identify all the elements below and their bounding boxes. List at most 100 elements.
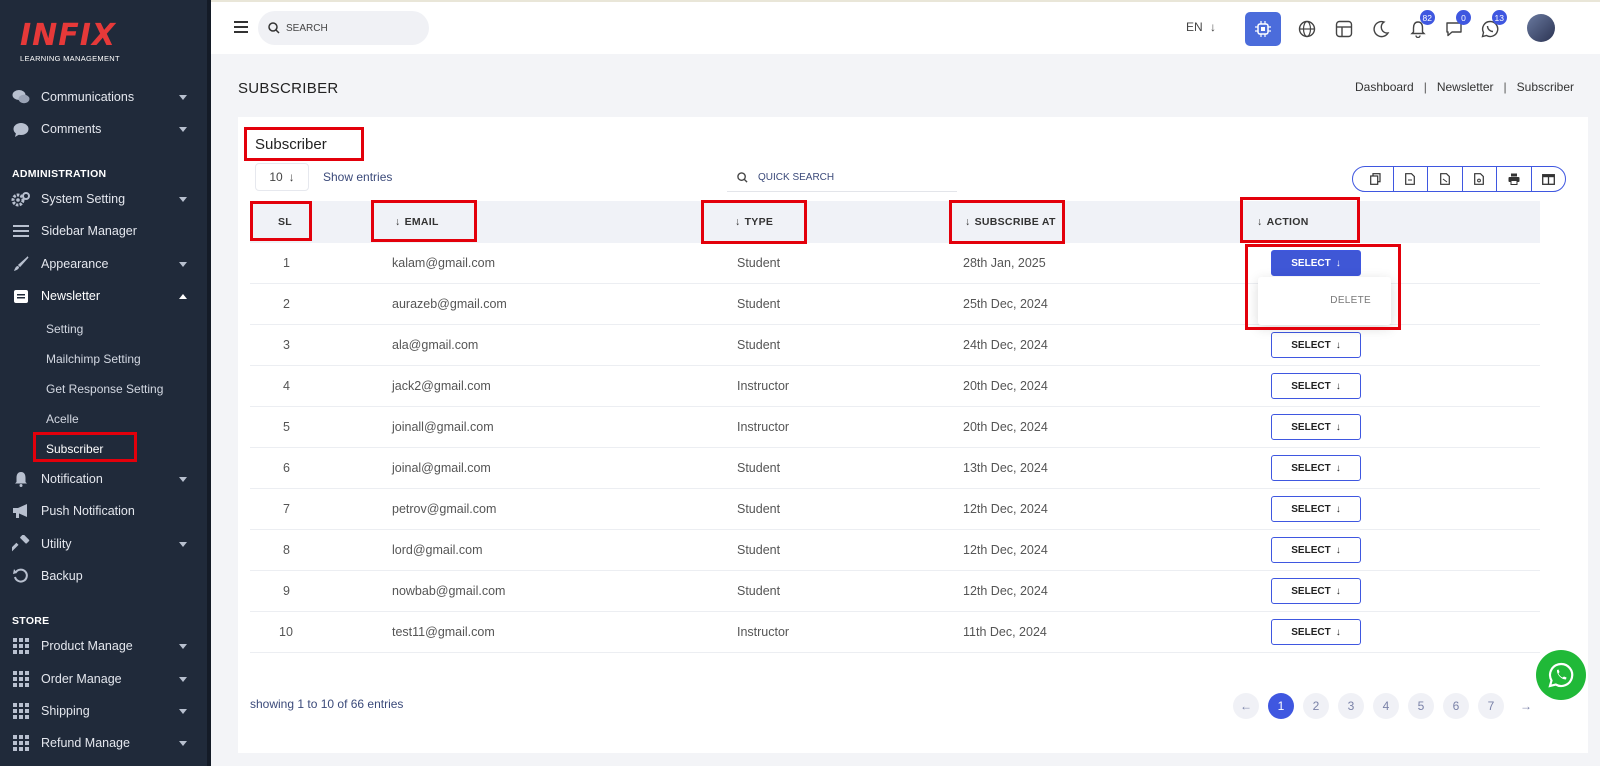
page-button-5[interactable]: 5 [1408, 693, 1434, 719]
sidebar-subitem-get-response-setting[interactable]: Get Response Setting [46, 382, 163, 396]
chevron-down-icon [179, 740, 187, 746]
entries-control: 10 ↓ Show entries [255, 163, 392, 191]
cell-date: 24th Dec, 2024 [963, 338, 1048, 352]
showing-entries-text: showing 1 to 10 of 66 entries [250, 697, 404, 711]
cell-email: nowbab@gmail.com [392, 584, 506, 598]
search-input[interactable] [286, 22, 416, 34]
sidebar-item-label: Backup [41, 569, 83, 583]
chip-icon-button[interactable] [1245, 12, 1281, 46]
breadcrumb-subscriber[interactable]: Subscriber [1517, 80, 1574, 94]
cell-type: Student [737, 461, 781, 475]
globe-button[interactable] [1292, 14, 1322, 44]
sidebar-item-appearance[interactable]: Appearance [0, 249, 207, 279]
cell-email: kalam@gmail.com [392, 256, 495, 270]
chevron-down-icon [179, 261, 187, 267]
sidebar-item-label: Notification [41, 472, 103, 486]
copy-button[interactable] [1353, 167, 1394, 191]
sidebar-subitem-acelle[interactable]: Acelle [46, 412, 79, 426]
breadcrumb-newsletter[interactable]: Newsletter [1437, 80, 1494, 94]
print-button[interactable] [1497, 167, 1532, 191]
sidebar-item-label: Push Notification [41, 504, 135, 518]
columns-button[interactable] [1532, 167, 1566, 191]
quick-search-input[interactable] [758, 172, 938, 183]
layout-button[interactable] [1329, 14, 1359, 44]
page-button-6[interactable]: 6 [1443, 693, 1469, 719]
menu-toggle-icon[interactable] [234, 21, 248, 33]
select-button[interactable]: SELECT ↓ [1271, 455, 1361, 481]
sidebar-item-sidebar-manager[interactable]: Sidebar Manager [0, 216, 207, 246]
cell-date: 25th Dec, 2024 [963, 297, 1048, 311]
sidebar-item-system-setting[interactable]: System Setting [0, 184, 207, 214]
sidebar-item-label: Product Manage [41, 639, 133, 653]
sidebar-item-communications[interactable]: Communications [0, 82, 207, 112]
entries-select[interactable]: 10 ↓ [255, 163, 309, 191]
notifications-button[interactable]: 82 [1403, 10, 1435, 44]
sidebar-item-comments[interactable]: Comments [0, 114, 207, 144]
avatar[interactable] [1527, 14, 1555, 42]
select-button[interactable]: SELECT ↓ [1271, 619, 1361, 645]
sidebar-item-push-notification[interactable]: Push Notification [0, 496, 207, 526]
language-selector[interactable]: EN ↓ [1186, 20, 1216, 34]
search-box[interactable] [258, 11, 429, 45]
sidebar-item-label: Sidebar Manager [41, 224, 137, 238]
gears-icon [11, 189, 31, 209]
cell-sl: 1 [283, 256, 290, 270]
next-page-button[interactable]: → [1513, 693, 1539, 719]
select-label: SELECT [1291, 339, 1331, 351]
cell-sl: 10 [279, 625, 293, 639]
sidebar-subitem-mailchimp-setting[interactable]: Mailchimp Setting [46, 352, 141, 366]
select-button[interactable]: SELECT ↓ [1271, 332, 1361, 358]
messages-button[interactable]: 0 [1439, 10, 1471, 44]
cell-sl: 7 [283, 502, 290, 516]
sidebar-item-notification[interactable]: Notification [0, 464, 207, 494]
cell-sl: 3 [283, 338, 290, 352]
chevron-up-icon [179, 293, 187, 299]
cell-email: petrov@gmail.com [392, 502, 497, 516]
pdf-button[interactable] [1463, 167, 1497, 191]
page-button-7[interactable]: 7 [1478, 693, 1504, 719]
sidebar-item-newsletter[interactable]: Newsletter [0, 281, 207, 311]
sidebar-subitem-setting[interactable]: Setting [46, 322, 83, 336]
sidebar-item-refund-manage[interactable]: Refund Manage [0, 728, 207, 758]
bars-icon [11, 221, 31, 241]
excel-button[interactable] [1428, 167, 1463, 191]
sidebar-item-product-manage[interactable]: Product Manage [0, 631, 207, 661]
logo[interactable]: INFIX LEARNING MANAGEMENT [20, 20, 130, 64]
page-button-1[interactable]: 1 [1268, 693, 1294, 719]
page-button-3[interactable]: 3 [1338, 693, 1364, 719]
page-title: SUBSCRIBER [238, 80, 339, 97]
sidebar-item-label: Order Manage [41, 672, 122, 686]
sidebar-subitem-subscriber[interactable]: Subscriber [46, 442, 103, 456]
csv-button[interactable] [1394, 167, 1428, 191]
page-button-2[interactable]: 2 [1303, 693, 1329, 719]
select-button[interactable]: SELECT ↓ [1271, 537, 1361, 563]
whatsapp-top-button[interactable]: 13 [1475, 10, 1507, 44]
bell-icon [11, 469, 31, 489]
page-button-4[interactable]: 4 [1373, 693, 1399, 719]
cell-date: 13th Dec, 2024 [963, 461, 1048, 475]
breadcrumb-dashboard[interactable]: Dashboard [1355, 80, 1414, 94]
prev-page-button[interactable]: ← [1233, 693, 1259, 719]
breadcrumb: Dashboard | Newsletter | Subscriber [1355, 80, 1575, 94]
arrow-left-icon: ← [1240, 699, 1252, 713]
dark-mode-button[interactable] [1366, 14, 1396, 44]
select-label: SELECT [1291, 421, 1331, 433]
sidebar-item-label: Refund Manage [41, 736, 130, 750]
select-button[interactable]: SELECT ↓ [1271, 496, 1361, 522]
quick-search[interactable] [727, 164, 957, 192]
select-label: SELECT [1291, 544, 1331, 556]
whatsapp-floating-button[interactable] [1536, 650, 1586, 700]
sidebar-item-order-manage[interactable]: Order Manage [0, 664, 207, 694]
select-button[interactable]: SELECT ↓ [1271, 414, 1361, 440]
select-label: SELECT [1291, 380, 1331, 392]
select-button[interactable]: SELECT ↓ [1271, 373, 1361, 399]
sidebar-scrollbar[interactable] [207, 0, 211, 766]
arrow-down-icon: ↓ [1335, 626, 1341, 638]
select-button[interactable]: SELECT ↓ [1271, 578, 1361, 604]
chat-bubbles-icon [11, 87, 31, 107]
sidebar-item-shipping[interactable]: Shipping [0, 696, 207, 726]
sidebar-item-backup[interactable]: Backup [0, 561, 207, 591]
messages-badge: 0 [1456, 10, 1471, 25]
topbar: EN ↓ 82 0 13 [211, 0, 1600, 54]
sidebar-item-utility[interactable]: Utility [0, 529, 207, 559]
